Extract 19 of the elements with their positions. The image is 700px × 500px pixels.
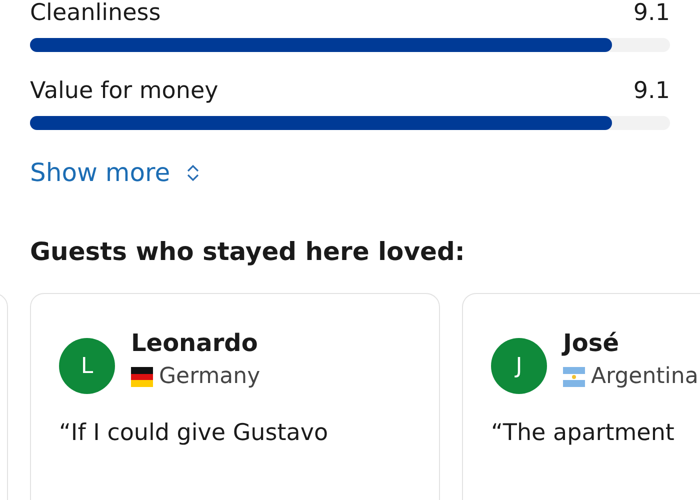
review-card[interactable]: J José Argentina “The apartment: [462, 293, 700, 500]
flag-icon: [131, 366, 153, 386]
rating-score: 9.1: [633, 78, 670, 104]
show-more-link[interactable]: Show more: [30, 158, 200, 187]
section-title: Guests who stayed here loved:: [30, 236, 466, 268]
reviewer-country: Germany: [159, 364, 260, 389]
rating-label: Cleanliness: [30, 0, 161, 26]
flag-icon: [563, 366, 585, 386]
rating-label: Value for money: [30, 78, 218, 104]
reviewer-country: Argentina: [591, 364, 698, 389]
reviewer-name: Leonardo: [131, 328, 259, 358]
rating-score: 9.1: [633, 0, 670, 26]
avatar: J: [491, 338, 547, 394]
review-card[interactable]: L Leonardo Germany “If I could give Gustavo: [30, 293, 440, 500]
reviewer-name: José: [563, 328, 620, 358]
review-text: “The apartment: [491, 420, 676, 446]
expand-icon: [186, 164, 200, 182]
avatar: L: [59, 338, 115, 394]
review-text: “If I could give Gustavo: [59, 420, 330, 446]
